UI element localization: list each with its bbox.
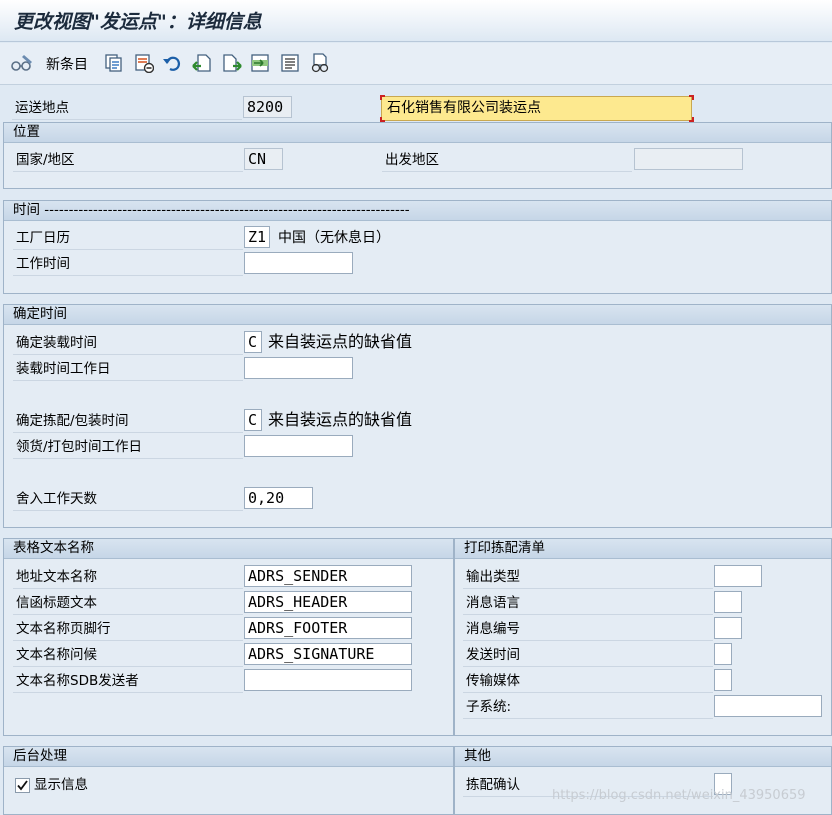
form-text-panel-title: 表格文本名称 <box>4 539 453 559</box>
address-text-label: 地址文本名称 <box>16 569 97 585</box>
application-toolbar: 新条目 <box>0 43 832 85</box>
message-language-field[interactable] <box>714 591 742 613</box>
address-text-field[interactable]: ADRS_SENDER <box>244 565 412 587</box>
working-times-label: 工作时间 <box>16 256 70 272</box>
print-icon[interactable] <box>310 53 330 73</box>
select-block-icon[interactable] <box>250 53 270 73</box>
location-panel-title: 位置 <box>4 123 831 143</box>
rounding-workdays-label: 舍入工作天数 <box>16 491 97 507</box>
watermark: https://blog.csdn.net/weixin_43950659 <box>552 788 806 803</box>
greeting-text-label: 文本名称问候 <box>16 647 97 663</box>
factory-calendar-description: 中国（无休息日） <box>278 230 390 246</box>
glasses-edit-icon[interactable] <box>10 53 36 73</box>
pick-pack-time-description: 来自装运点的缺省值 <box>268 410 413 429</box>
new-entries-button[interactable]: 新条目 <box>46 54 88 74</box>
time-panel-title: 时间 -------------------------------------… <box>4 201 831 221</box>
departure-zone-field[interactable] <box>634 148 743 170</box>
checkmark-icon <box>17 780 28 791</box>
pick-pack-time-label: 确定拣配/包装时间 <box>16 413 129 429</box>
time-panel: 时间 -------------------------------------… <box>3 200 832 294</box>
picking-list-panel: 打印拣配清单 输出类型 消息语言 消息编号 发送时间 传输媒体 子系统: <box>454 538 832 736</box>
dispatch-time-field[interactable] <box>714 643 732 665</box>
next-entry-icon[interactable] <box>222 53 242 73</box>
sdb-sender-field[interactable] <box>244 669 412 691</box>
rounding-workdays-field[interactable]: 0,20 <box>244 487 313 509</box>
loading-time-description: 来自装运点的缺省值 <box>268 332 413 351</box>
pick-pack-workday-label: 领货/打包时间工作日 <box>16 439 143 455</box>
shipping-point-field[interactable]: 8200 <box>243 96 292 118</box>
country-field[interactable]: CN <box>244 148 283 170</box>
message-language-label: 消息语言 <box>466 595 520 611</box>
location-panel: 位置 国家/地区 CN 出发地区 <box>3 122 832 189</box>
message-number-field[interactable] <box>714 617 742 639</box>
loading-workday-label: 装载时间工作日 <box>16 361 111 377</box>
sdb-sender-label: 文本名称SDB发送者 <box>16 673 139 689</box>
page-title: 更改视图"发运点"：详细信息 <box>14 11 262 33</box>
factory-calendar-label: 工厂日历 <box>16 230 70 246</box>
background-processing-panel: 后台处理 显示信息 <box>3 746 454 815</box>
background-processing-panel-title: 后台处理 <box>4 747 453 767</box>
show-info-label: 显示信息 <box>34 777 88 793</box>
loading-time-label: 确定装载时间 <box>16 335 97 351</box>
pick-pack-workday-field[interactable] <box>244 435 353 457</box>
transmission-medium-field[interactable] <box>714 669 732 691</box>
form-text-panel: 表格文本名称 地址文本名称 ADRS_SENDER 信函标题文本 ADRS_HE… <box>3 538 454 736</box>
message-number-label: 消息编号 <box>466 621 520 637</box>
greeting-text-field[interactable]: ADRS_SIGNATURE <box>244 643 412 665</box>
output-type-label: 输出类型 <box>466 569 520 585</box>
footer-text-field[interactable]: ADRS_FOOTER <box>244 617 412 639</box>
dispatch-time-label: 发送时间 <box>466 647 520 663</box>
other-panel-title: 其他 <box>455 747 831 767</box>
shipping-point-label: 运送地点 <box>15 100 69 116</box>
letter-header-label: 信函标题文本 <box>16 595 97 611</box>
working-times-field[interactable] <box>244 252 353 274</box>
output-type-field[interactable] <box>714 565 762 587</box>
subsystem-field[interactable] <box>714 695 822 717</box>
title-bar: 更改视图"发运点"：详细信息 <box>0 0 832 42</box>
picking-list-panel-title: 打印拣配清单 <box>455 539 831 559</box>
footer-text-label: 文本名称页脚行 <box>16 621 111 637</box>
loading-time-field[interactable]: C <box>244 331 262 353</box>
other-panel: 其他 拣配确认 <box>454 746 832 815</box>
select-all-icon[interactable] <box>280 53 300 73</box>
determine-times-panel-title: 确定时间 <box>4 305 831 325</box>
shipping-point-description-field[interactable]: 石化销售有限公司装运点 <box>381 96 692 121</box>
pick-pack-time-field[interactable]: C <box>244 409 262 431</box>
letter-header-field[interactable]: ADRS_HEADER <box>244 591 412 613</box>
previous-entry-icon[interactable] <box>192 53 212 73</box>
loading-workday-field[interactable] <box>244 357 353 379</box>
copy-icon[interactable] <box>104 53 124 73</box>
departure-zone-label: 出发地区 <box>385 152 439 168</box>
show-info-checkbox[interactable] <box>15 778 30 793</box>
determine-times-panel: 确定时间 确定装载时间 C 来自装运点的缺省值 装载时间工作日 确定拣配/包装时… <box>3 304 832 528</box>
factory-calendar-field[interactable]: Z1 <box>244 226 270 248</box>
subsystem-label: 子系统: <box>466 699 512 715</box>
transmission-medium-label: 传输媒体 <box>466 673 520 689</box>
pick-confirmation-label: 拣配确认 <box>466 777 520 793</box>
country-label: 国家/地区 <box>16 152 75 168</box>
undo-icon[interactable] <box>162 53 182 73</box>
delete-icon[interactable] <box>134 53 154 73</box>
